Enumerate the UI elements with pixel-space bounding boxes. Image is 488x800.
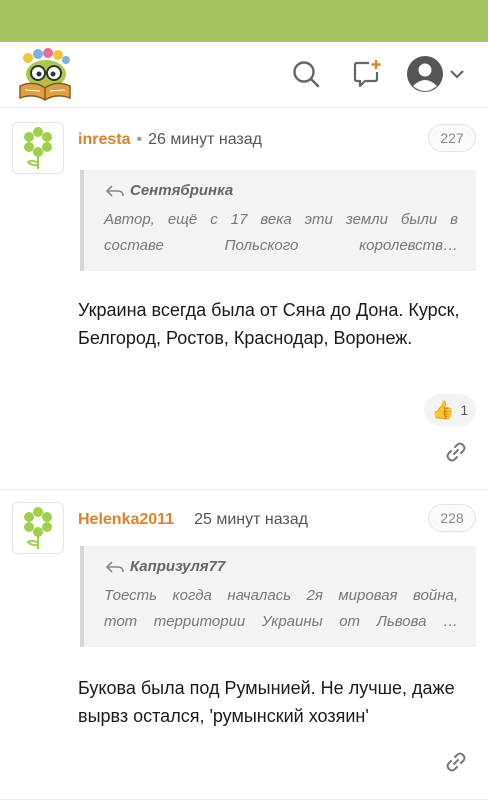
separator-dot: •	[136, 131, 143, 148]
quote-line-2: тот территории Украины от Львова …	[104, 613, 458, 630]
account-menu-button[interactable]	[404, 56, 468, 92]
search-icon	[293, 61, 320, 88]
quote-header: Сентябринка	[104, 182, 458, 199]
owl-reading-book-icon	[19, 48, 71, 101]
quoted-comment[interactable]: Сентябринка Автор, ещё с 17 века эти зем…	[80, 170, 476, 271]
avatar[interactable]	[12, 502, 64, 554]
chevron-down-icon	[450, 70, 464, 79]
flower-avatar-icon	[24, 127, 52, 169]
quote-line-2: составе Польского королевств…	[104, 237, 458, 254]
quote-header: Капризуля77	[104, 558, 458, 575]
user-avatar-icon	[407, 56, 443, 92]
copy-link-button[interactable]	[444, 440, 468, 464]
comment-item: Helenka2011 25 минут назад 228 Капризуля7…	[0, 490, 488, 800]
comment-author[interactable]: inresta	[78, 131, 130, 148]
new-comment-icon	[353, 60, 381, 88]
quote-line-1: Тоесть когда началась 2я мировая война,	[104, 587, 458, 604]
comment-time[interactable]: 26 минут назад	[148, 131, 262, 148]
quote-author: Капризуля77	[130, 558, 226, 575]
new-comment-button[interactable]	[349, 56, 385, 92]
site-logo[interactable]	[14, 48, 76, 104]
comment-meta: Helenka2011 25 минут назад	[78, 511, 308, 529]
quote-author: Сентябринка	[130, 182, 234, 199]
comment-time[interactable]: 25 минут назад	[194, 511, 308, 528]
thumbs-up-icon: 👍	[431, 399, 455, 420]
comment-author[interactable]: Helenka2011	[78, 511, 174, 528]
like-count: 1	[460, 402, 469, 418]
avatar[interactable]	[12, 122, 64, 174]
comment-number[interactable]: 227	[428, 124, 476, 152]
quote-line-1: Автор, ещё с 17 века эти земли были в	[104, 211, 458, 228]
flower-avatar-icon	[24, 507, 52, 549]
search-button[interactable]	[288, 56, 324, 92]
comment-text: Украина всегда была от Сяна до Дона. Кур…	[78, 300, 460, 348]
site-header	[0, 42, 488, 108]
copy-link-button[interactable]	[444, 750, 468, 774]
link-icon	[446, 752, 466, 772]
quoted-comment[interactable]: Капризуля77 Тоесть когда началась 2я мир…	[80, 546, 476, 647]
comment-number[interactable]: 228	[428, 504, 476, 532]
comment-text: Букова была под Румынией. Не лучше, даже…	[78, 678, 455, 726]
comment-meta: inresta • 26 минут назад	[78, 131, 262, 149]
comment-item: inresta • 26 минут назад 227 Сентябринка А…	[0, 110, 488, 490]
reply-arrow-icon	[105, 184, 124, 197]
like-button[interactable]: 👍 1	[424, 394, 476, 426]
link-icon	[446, 442, 466, 462]
reply-arrow-icon	[105, 560, 124, 573]
top-color-bar	[0, 0, 488, 42]
